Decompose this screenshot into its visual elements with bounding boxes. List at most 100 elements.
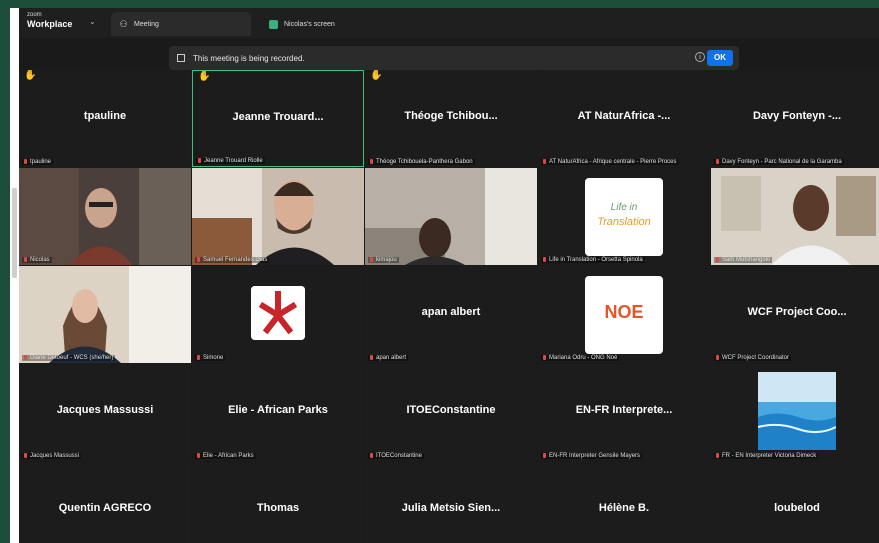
participant-display-name: Quentin AGRECO [58, 502, 152, 514]
participant-name-text: WCF Project Coordinator [722, 355, 790, 361]
chevron-down-icon[interactable]: ⌄ [89, 17, 96, 26]
participant-tile[interactable]: Life in Translation Life in Translation - … [538, 168, 710, 265]
raised-hand-icon: ✋ [198, 71, 211, 82]
participant-name-text: Jeanne Trouard Riolle [204, 158, 263, 164]
participant-name-label: Elie - African Parks [195, 452, 256, 459]
participant-name-text: kimajou [376, 257, 397, 263]
participant-name-text: Diane Detoeuf - WCS (she/her) [30, 355, 114, 361]
noe-logo-text: NOE [604, 302, 644, 322]
muted-mic-icon [24, 354, 27, 360]
muted-mic-icon [716, 158, 719, 164]
participant-tile[interactable]: kimajou [365, 168, 537, 265]
participant-tile[interactable]: Théoge Tchibou... ✋ Théoge Tchibouela-Pant… [365, 70, 537, 167]
muted-mic-icon [543, 158, 546, 164]
noe-logo: NOE [585, 276, 663, 354]
participant-tile[interactable]: Sam Mutshangolo [711, 168, 879, 265]
participant-tile[interactable]: Elie - African Parks Elie - African Parks [192, 364, 364, 461]
muted-mic-icon [24, 452, 27, 458]
participant-tile[interactable]: Samuel Fernandes Dias [192, 168, 364, 265]
participant-name-text: Elie - African Parks [203, 453, 254, 459]
ok-button[interactable]: OK [707, 50, 733, 66]
participant-name-text: apan albert [376, 355, 407, 361]
muted-mic-icon [197, 452, 200, 458]
participant-tile[interactable]: Nicolas [19, 168, 191, 265]
participant-display-name: apan albert [421, 306, 481, 318]
muted-mic-icon [370, 354, 373, 360]
participant-name-text: Nicolas [30, 257, 50, 263]
participant-tile[interactable]: AT NaturAfrica -... AT NaturAfrica - Afri… [538, 70, 710, 167]
participant-display-name: Jeanne Trouard... [232, 111, 324, 123]
participant-display-name: loubelod [774, 502, 820, 514]
brand-small: zoom [27, 12, 42, 18]
muted-mic-icon [370, 256, 373, 262]
participant-name-text: Sam Mutshangolo [722, 257, 771, 263]
participant-name-text: tpauline [30, 159, 52, 165]
participant-display-name: Elie - African Parks [228, 404, 328, 416]
participant-display-name: Julia Metsio Sien... [401, 502, 501, 514]
tab-shared-screen[interactable]: Nicolas's screen [261, 12, 401, 36]
participant-display-name: tpauline [83, 110, 127, 122]
participant-tile[interactable]: Simone [192, 266, 364, 363]
participant-tile[interactable]: loubelodloubelod [711, 462, 879, 543]
participant-name-label: Diane Detoeuf - WCS (she/her) [22, 354, 116, 361]
participant-tile[interactable]: ITOEConstantine ITOEConstantine [365, 364, 537, 461]
participant-tile[interactable]: tpauline ✋ tpauline [19, 70, 191, 167]
info-icon[interactable]: i [695, 52, 705, 62]
participant-tile[interactable]: Jacques Massussi Jacques Massussi [19, 364, 191, 461]
raised-hand-icon: ✋ [370, 70, 383, 81]
tab-meeting-label: Meeting [134, 20, 159, 28]
participant-display-name: Théoge Tchibou... [404, 110, 498, 122]
ocean-profile-image [757, 372, 837, 450]
participant-name-label: WCF Project Coordinator [714, 354, 792, 361]
participant-tile[interactable]: apan albert apan albert [365, 266, 537, 363]
participant-tile[interactable]: Jeanne Trouard... ✋ Jeanne Trouard Riolle [192, 70, 364, 167]
participant-tile[interactable]: NOE Mariana Odru - ONG Noé [538, 266, 710, 363]
muted-mic-icon [370, 452, 373, 458]
participant-name-text: Simone [203, 355, 224, 361]
recording-banner: This meeting is being recorded. i OK [169, 46, 739, 70]
participant-name-label: tpauline [22, 158, 54, 165]
participant-display-name: WCF Project Coo... [747, 306, 847, 318]
participant-display-name: Jacques Massussi [56, 404, 154, 416]
participant-name-text: FR - EN Interpreter Victoria Dimeck [722, 453, 817, 459]
participant-display-name: Davy Fonteyn -... [752, 110, 842, 122]
raised-hand-icon: ✋ [24, 70, 37, 81]
participant-tile[interactable]: Davy Fonteyn -... Davy Fonteyn - Parc Nat… [711, 70, 879, 167]
participant-name-label: EN-FR Interpreter Gensile Mayers [541, 452, 643, 459]
participant-name-text: Mariana Odru - ONG Noé [549, 355, 618, 361]
participant-name-label: Mariana Odru - ONG Noé [541, 354, 620, 361]
participant-name-text: Jacques Massussi [30, 453, 80, 459]
participant-name-label: Nicolas [22, 256, 52, 263]
participant-name-text: ITOEConstantine [376, 453, 422, 459]
zoom-workplace-logo[interactable]: zoom Workplace [27, 12, 72, 29]
muted-mic-icon [716, 452, 719, 458]
participant-display-name: ITOEConstantine [406, 404, 496, 416]
participant-name-label: apan albert [368, 354, 409, 361]
participant-name-label: Samuel Fernandes Dias [195, 256, 270, 263]
participant-tile[interactable]: Diane Detoeuf - WCS (she/her) [19, 266, 191, 363]
participant-tile[interactable]: ThomasThomas [192, 462, 364, 543]
scrollbar-handle[interactable] [12, 188, 17, 278]
tab-meeting[interactable]: ⚇ Meeting [111, 12, 251, 36]
participant-tile[interactable]: Hélène B.Hélène B. [538, 462, 710, 543]
screen-share-icon [269, 19, 278, 29]
participant-display-name: Thomas [256, 502, 300, 514]
muted-mic-icon [24, 256, 27, 262]
participant-name-text: Théoge Tchibouela-Panthera Gabon [376, 159, 473, 165]
participant-name-label: Davy Fonteyn - Parc National de la Garam… [714, 158, 844, 165]
participant-name-label: Life in Translation - Orsetta Spinola [541, 256, 645, 263]
participant-name-text: Davy Fonteyn - Parc National de la Garam… [722, 159, 842, 165]
participant-tile[interactable]: Julia Metsio Sien...Julia Metsio Sienne [365, 462, 537, 543]
participant-tile[interactable]: FR - EN Interpreter Victoria Dimeck [711, 364, 879, 461]
tab-shared-screen-label: Nicolas's screen [284, 20, 335, 28]
recording-message: This meeting is being recorded. [193, 53, 305, 63]
muted-mic-icon [543, 452, 546, 458]
muted-mic-icon [716, 354, 719, 360]
participant-name-label: Sam Mutshangolo [714, 256, 773, 263]
participant-tile[interactable]: WCF Project Coo... WCF Project Coordinato… [711, 266, 879, 363]
life-in-translation-logo: Life in Translation [585, 178, 663, 256]
participant-tile[interactable]: Quentin AGRECOQuentin AGRECO [19, 462, 191, 543]
muted-mic-icon [197, 256, 200, 262]
muted-mic-icon [543, 256, 546, 262]
participant-tile[interactable]: EN-FR Interprete... EN-FR Interpreter Gen… [538, 364, 710, 461]
